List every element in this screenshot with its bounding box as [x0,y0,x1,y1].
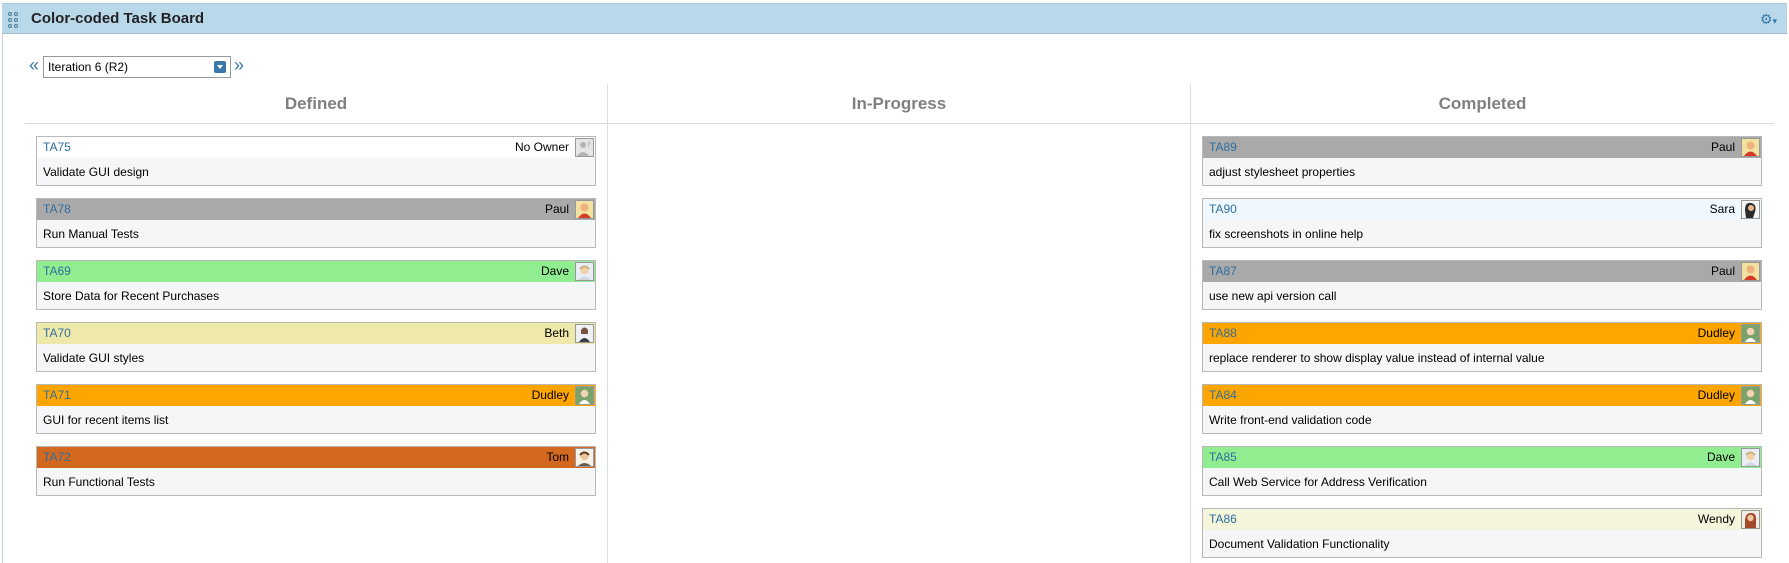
task-title: Run Manual Tests [43,227,139,241]
task-owner: Dudley [531,388,569,402]
task-card[interactable]: TA78 Paul Run Manual Tests [36,198,596,248]
task-card[interactable]: TA84 Dudley Write front-end validation cod… [1202,384,1762,434]
task-title: GUI for recent items list [43,413,169,427]
task-card[interactable]: TA72 Tom Run Functional Tests [36,446,596,496]
owner-avatar-icon[interactable] [575,448,594,467]
task-title: fix screenshots in online help [1209,227,1364,241]
task-card[interactable]: TA71 Dudley GUI for recent items list [36,384,596,434]
task-id-link[interactable]: TA69 [43,264,71,278]
task-card[interactable]: TA86 Wendy Document Validation Functionali… [1202,508,1762,558]
task-card[interactable]: TA88 Dudley replace renderer to show displ… [1202,322,1762,372]
task-owner: Paul [1710,140,1735,154]
owner-avatar-icon[interactable] [1741,448,1760,467]
task-card-header [37,385,595,406]
task-id-link[interactable]: TA87 [1209,264,1237,278]
task-owner: Dudley [1697,388,1735,402]
prev-iteration-button[interactable]: « [29,56,39,74]
svg-text:?: ? [587,141,591,149]
task-title: Call Web Service for Address Verificatio… [1209,475,1427,489]
task-card-header [1203,447,1761,468]
task-id-link[interactable]: TA86 [1209,512,1237,526]
task-card[interactable]: TA90 Sara fix screenshots in online help [1202,198,1762,248]
column-header-completed: Completed [1191,84,1774,124]
task-owner: Dudley [1697,326,1735,340]
task-id-link[interactable]: TA88 [1209,326,1237,340]
next-iteration-button[interactable]: » [234,56,244,74]
task-title: use new api version call [1209,289,1337,303]
task-id-link[interactable]: TA70 [43,326,71,340]
task-id-link[interactable]: TA85 [1209,450,1237,464]
task-card-header [37,137,595,158]
task-id-link[interactable]: TA71 [43,388,71,402]
owner-avatar-icon[interactable] [1741,386,1760,405]
task-title: Run Functional Tests [43,475,155,489]
task-card-header [37,199,595,220]
task-card-header [1203,509,1761,530]
task-id-link[interactable]: TA78 [43,202,71,216]
owner-avatar-icon[interactable] [575,324,594,343]
task-owner: Dave [540,264,569,278]
task-card[interactable]: TA87 Paul use new api version call [1202,260,1762,310]
task-id-link[interactable]: TA84 [1209,388,1237,402]
task-card-header [37,447,595,468]
app-titlebar: Color-coded Task Board ⚙▾ [2,3,1787,34]
task-title: Validate GUI styles [43,351,145,365]
owner-avatar-icon[interactable] [1741,138,1760,157]
task-id-link[interactable]: TA75 [43,140,71,154]
owner-avatar-icon[interactable] [1741,200,1760,219]
task-owner: No Owner [514,140,569,154]
task-title: Store Data for Recent Purchases [43,289,220,303]
task-card[interactable]: TA85 Dave Call Web Service for Address Ver… [1202,446,1762,496]
task-card-header [1203,323,1761,344]
column-header-in-progress: In-Progress [608,84,1190,124]
column-divider [607,84,608,563]
task-owner: Paul [1710,264,1735,278]
task-card-header [37,261,595,282]
task-id-link[interactable]: TA72 [43,450,71,464]
task-id-link[interactable]: TA89 [1209,140,1237,154]
task-card[interactable]: TA69 Dave Store Data for Recent Purchases [36,260,596,310]
task-card-header [1203,137,1761,158]
gear-icon[interactable]: ⚙▾ [1760,12,1777,28]
owner-avatar-icon[interactable] [1741,324,1760,343]
task-card[interactable]: TA70 Beth Validate GUI styles [36,322,596,372]
task-card[interactable]: TA89 Paul adjust stylesheet properties [1202,136,1762,186]
task-title: Document Validation Functionality [1209,537,1390,551]
task-owner: Paul [544,202,569,216]
task-owner: Sara [1709,202,1735,216]
owner-avatar-icon[interactable] [575,386,594,405]
task-owner: Dave [1706,450,1735,464]
chevron-down-icon[interactable] [214,61,226,73]
task-owner: Tom [546,450,569,464]
task-card-header [37,323,595,344]
owner-avatar-icon[interactable] [1741,262,1760,281]
owner-avatar-icon[interactable] [575,262,594,281]
column-divider [1190,84,1191,563]
task-owner: Wendy [1697,512,1735,526]
owner-avatar-icon[interactable] [1741,510,1760,529]
drag-grip-icon[interactable] [8,12,20,28]
column-header-defined: Defined [25,84,607,124]
app-title: Color-coded Task Board [31,10,205,27]
task-title: Validate GUI design [43,165,149,179]
owner-avatar-icon[interactable] [575,200,594,219]
task-title: Write front-end validation code [1209,413,1372,427]
task-card[interactable]: TA75 No Owner? Validate GUI design [36,136,596,186]
task-card-header [1203,385,1761,406]
iteration-select[interactable]: Iteration 6 (R2) [43,56,231,78]
task-title: adjust stylesheet properties [1209,165,1356,179]
task-owner: Beth [544,326,569,340]
task-title: replace renderer to show display value i… [1209,351,1545,365]
owner-avatar-icon[interactable]: ? [575,138,594,157]
task-id-link[interactable]: TA90 [1209,202,1237,216]
task-card-header [1203,261,1761,282]
task-card-header [1203,199,1761,220]
iteration-selected-value: Iteration 6 (R2) [48,60,129,74]
